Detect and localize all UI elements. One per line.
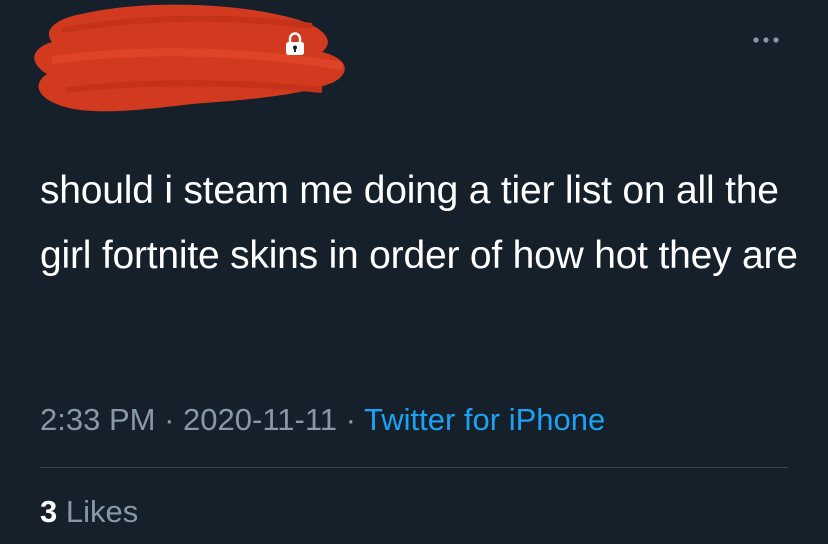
likes-label: Likes <box>65 494 139 529</box>
meta-separator: · <box>345 402 356 437</box>
more-options-button[interactable] <box>744 28 788 52</box>
lock-icon <box>286 32 304 55</box>
tweet-date: 2020-11-11 <box>183 402 338 437</box>
likes-stat[interactable]: 3 Likes <box>40 492 138 532</box>
redacted-username-scribble <box>34 4 345 112</box>
ellipsis-icon <box>753 37 779 43</box>
likes-count: 3 <box>40 494 58 529</box>
divider <box>40 467 788 468</box>
tweet-meta: 2:33 PM · 2020-11-11 · Twitter for iPhon… <box>40 400 605 440</box>
tweet-text: should i steam me doing a tier list on a… <box>40 169 798 277</box>
tweet-source-link[interactable]: Twitter for iPhone <box>364 402 605 437</box>
meta-separator: · <box>164 402 175 437</box>
tweet-time: 2:33 PM <box>40 402 156 437</box>
